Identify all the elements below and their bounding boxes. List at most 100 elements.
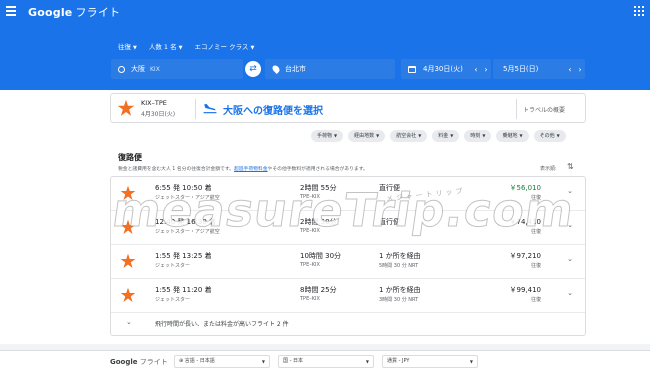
sort-label: 表示順: xyxy=(540,166,557,172)
flight-times: 1:55 発 13:25 着 xyxy=(155,252,212,260)
filter-chip-price[interactable]: 料金 ▼ xyxy=(432,130,460,142)
passengers-select[interactable]: 人数 1 名 ▼ xyxy=(149,41,183,51)
caret-down-icon: ▼ xyxy=(418,133,422,138)
chip-label: 時刻 xyxy=(470,133,481,139)
selected-route-date: 4月30日(火) xyxy=(141,111,176,118)
swap-button[interactable]: ⇄ xyxy=(245,61,261,77)
jetstar-logo-icon xyxy=(120,219,136,234)
caret-down-icon: ▼ xyxy=(133,45,137,51)
flight-price: ￥74,410 xyxy=(509,218,542,226)
jetstar-logo-icon xyxy=(120,287,136,302)
baggage-fees-link[interactable]: 超過手荷物料金 xyxy=(234,167,268,172)
filter-chip-connecting[interactable]: 乗継地 ▼ xyxy=(496,130,529,142)
chip-label: その他 xyxy=(539,133,555,139)
flight-times: 1:55 発 11:20 着 xyxy=(155,286,212,294)
brand-name: Google xyxy=(28,6,73,19)
flight-row[interactable]: 1:55 発 11:20 着 ジェットスター 8時間 25分 TPE–KIX 1… xyxy=(111,279,585,313)
footer-product: フライト xyxy=(139,358,168,366)
passengers-label: 人数 1 名 xyxy=(148,43,177,51)
caret-down-icon: ▼ xyxy=(178,45,183,51)
footer-brand: Google フライト xyxy=(110,357,168,367)
brand-product: フライト xyxy=(75,6,121,19)
expand-chevron-icon[interactable]: ⌄ xyxy=(567,289,573,297)
currency-select[interactable]: 通貨 - JPY ▼ xyxy=(382,355,478,368)
landing-plane-icon xyxy=(203,103,217,114)
caret-down-icon: ▼ xyxy=(450,133,454,138)
flight-duration: 10時間 30分 xyxy=(300,252,342,260)
filter-chip-more[interactable]: その他 ▼ xyxy=(533,130,566,142)
flight-row[interactable]: 12:40 発 16:30 着 ジェットスター・アジア航空 2時間 50分 TP… xyxy=(111,211,585,245)
section-heading: 復路便 xyxy=(118,153,142,162)
chip-label: 手荷物 xyxy=(317,133,333,139)
language-select[interactable]: ⊕ 言語 - 日本語 ▼ xyxy=(174,355,270,368)
prev-date-button[interactable]: ‹ xyxy=(565,65,575,74)
sort-icon[interactable]: ⇅ xyxy=(567,162,574,171)
caret-down-icon: ▼ xyxy=(482,133,486,138)
flight-stops: 直行便 xyxy=(379,218,400,226)
filter-chip-stops[interactable]: 経由地数 ▼ xyxy=(348,130,386,142)
expand-chevron-icon[interactable]: ⌄ xyxy=(567,221,573,229)
flight-duration: 2時間 50分 xyxy=(300,218,337,226)
search-panel: 往復 ▼ 人数 1 名 ▼ エコノミー クラス ▼ 大阪 KIX ⇄ 台北市 4月30… xyxy=(0,24,650,90)
location-pin-icon xyxy=(271,64,281,74)
cabin-label: エコノミー クラス xyxy=(194,43,249,51)
filter-chip-baggage[interactable]: 手荷物 ▼ xyxy=(311,130,344,142)
chip-label: 航空会社 xyxy=(396,133,417,139)
origin-city: 大阪 xyxy=(131,65,145,73)
apps-grid-icon[interactable] xyxy=(634,6,644,16)
caret-down-icon: ▼ xyxy=(519,133,523,138)
flight-price: ￥56,010 xyxy=(509,184,542,192)
flight-list: 6:55 発 10:50 着 ジェットスター・アジア航空 2時間 55分 TPE… xyxy=(110,176,586,336)
divider xyxy=(195,99,196,119)
flight-row[interactable]: 6:55 発 10:50 着 ジェットスター・アジア航空 2時間 55分 TPE… xyxy=(111,177,585,211)
trip-type-label: 往復 xyxy=(118,43,131,51)
return-date-field[interactable]: 5月5日(日) ‹ › xyxy=(493,59,585,79)
flight-price: ￥99,410 xyxy=(509,286,542,294)
more-flights-toggle[interactable]: ⌄ 飛行時間が長い、または料金が高いフライト 2 件 xyxy=(111,313,585,335)
flight-stops: 1 か所を経由 xyxy=(379,286,421,294)
flight-route: TPE–KIX xyxy=(300,194,320,200)
chip-label: 乗継地 xyxy=(502,133,518,139)
next-date-button[interactable]: › xyxy=(575,65,585,74)
country-select[interactable]: 国 - 日本 ▼ xyxy=(278,355,374,368)
flight-times: 6:55 発 10:50 着 xyxy=(155,184,212,192)
flight-row[interactable]: 1:55 発 13:25 着 ジェットスター 10時間 30分 TPE–KIX … xyxy=(111,245,585,279)
expand-chevron-icon[interactable]: ⌄ xyxy=(567,187,573,195)
destination-city: 台北市 xyxy=(285,65,306,73)
chip-label: 経由地数 xyxy=(354,133,375,139)
flight-price-type: 往復 xyxy=(530,195,541,201)
note-text: やその他手数料が適用される場合があります。 xyxy=(267,167,368,172)
flight-airline: ジェットスター xyxy=(155,297,191,303)
flight-route: TPE–KIX xyxy=(300,262,320,268)
flight-price-type: 往復 xyxy=(530,229,541,235)
filter-chip-airlines[interactable]: 航空会社 ▼ xyxy=(390,130,428,142)
trip-type-select[interactable]: 往復 ▼ xyxy=(118,41,137,51)
caret-down-icon: ▼ xyxy=(365,359,369,364)
divider xyxy=(516,99,517,119)
filter-chip-times[interactable]: 時刻 ▼ xyxy=(464,130,492,142)
cabin-select[interactable]: エコノミー クラス ▼ xyxy=(195,41,255,51)
return-flight-title: 大阪への復路便を選択 xyxy=(223,106,323,117)
jetstar-logo-icon xyxy=(120,253,136,268)
flight-airline: ジェットスター・アジア航空 xyxy=(155,195,220,201)
price-note: 税金と諸費用を含む大人 1 名分の往復合計金額です。超過手荷物料金やその他手数料… xyxy=(118,165,368,172)
menu-icon[interactable] xyxy=(6,6,16,18)
search-options: 往復 ▼ 人数 1 名 ▼ エコノミー クラス ▼ xyxy=(118,41,254,51)
calendar-icon xyxy=(408,65,416,73)
destination-field[interactable]: 台北市 xyxy=(265,59,395,79)
currency-label: 通貨 - JPY xyxy=(387,358,410,364)
expand-chevron-icon[interactable]: ⌄ xyxy=(567,255,573,263)
app-brand[interactable]: Google フライト xyxy=(28,4,120,20)
return-date: 5月5日(日) xyxy=(503,65,539,73)
flight-route: TPE–KIX xyxy=(300,228,320,234)
origin-code: KIX xyxy=(150,65,160,73)
trip-overview-link[interactable]: トラベルの概要 xyxy=(523,105,565,114)
flight-stops: 1 か所を経由 xyxy=(379,252,421,260)
caret-down-icon: ▼ xyxy=(334,133,338,138)
prev-date-button[interactable]: ‹ xyxy=(471,65,481,74)
caret-down-icon: ▼ xyxy=(250,45,255,51)
next-date-button[interactable]: › xyxy=(481,65,491,74)
results-page: KIX–TPE 4月30日(火) 大阪への復路便を選択 トラベルの概要 手荷物 ▼… xyxy=(0,90,650,344)
origin-field[interactable]: 大阪 KIX xyxy=(111,59,243,79)
depart-date-field[interactable]: 4月30日(火) ‹ › xyxy=(401,59,491,79)
